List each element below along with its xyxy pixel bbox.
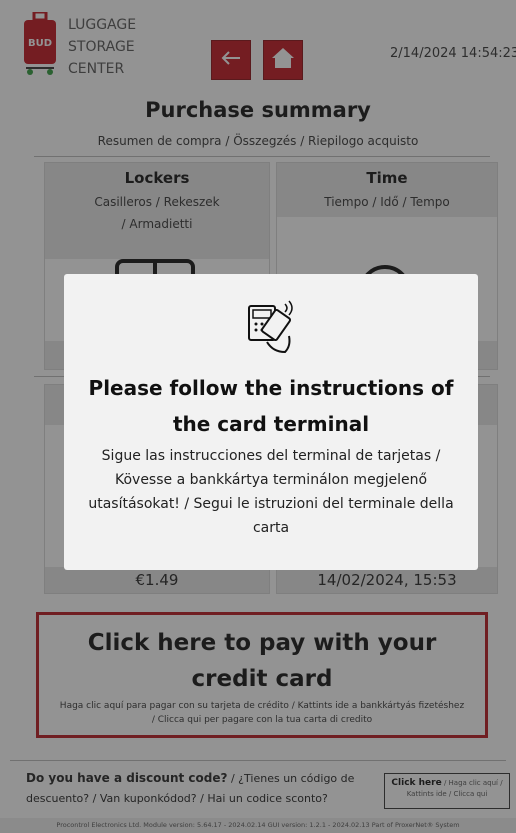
- card-terminal-modal: Please follow the instructions of the ca…: [64, 274, 478, 570]
- card-terminal-icon: [245, 296, 297, 356]
- modal-text: Sigue las instrucciones del terminal de …: [88, 448, 454, 536]
- modal-title: Please follow the instructions of the ca…: [88, 376, 454, 436]
